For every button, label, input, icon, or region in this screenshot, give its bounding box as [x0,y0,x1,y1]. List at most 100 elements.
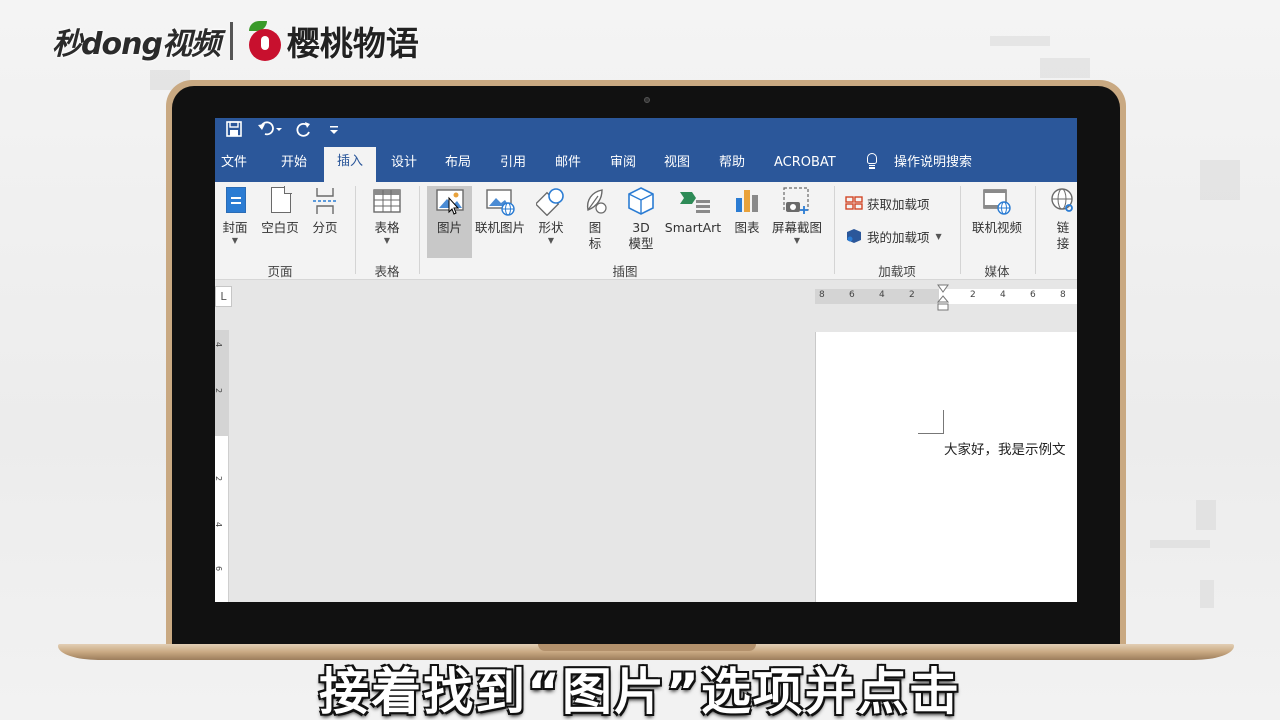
icons-label-2: 标 [588,236,602,251]
tab-help[interactable]: 帮助 [719,152,745,174]
online-picture-button[interactable]: 联机图片 [473,186,527,236]
chevron-down-icon: ▼ [793,236,801,245]
tab-review[interactable]: 审阅 [610,152,636,174]
smartart-icon [678,186,710,216]
indent-marker-icon[interactable] [935,284,951,314]
chart-icon [732,186,762,216]
group-label-tables: 表格 [374,264,400,279]
online-picture-icon [485,186,515,216]
group-separator [1035,186,1036,274]
3d-model-label-1: 3D [632,220,650,235]
group-label-media: 媒体 [984,264,1010,279]
group-label-addins: 加载项 [878,264,916,279]
get-addins-button[interactable]: 获取加载项 [845,192,930,214]
background-pattern [1196,500,1216,530]
tab-acrobat[interactable]: ACROBAT [774,152,836,174]
link-label-1: 链 [1056,220,1070,235]
ribbon-tabs: 文件 开始 插入 设计 布局 引用 邮件 审阅 视图 帮助 ACROBAT 操作… [215,144,1077,182]
group-label-pages: 页面 [267,264,293,279]
table-icon [372,186,402,216]
cherry-brand-name: 樱桃物语 [286,24,419,63]
icons-button[interactable]: 图 标 [577,186,613,252]
cube-icon [626,186,656,216]
ruler-tick: 6 [849,290,855,300]
ruler-tick: 2 [215,388,223,393]
margin-corner-mark [918,410,944,434]
screenshot-button[interactable]: 屏幕截图 ▼ [767,186,827,246]
chevron-down-icon: ▼ [547,236,555,245]
shapes-button[interactable]: 形状 ▼ [531,186,571,246]
tab-mailings[interactable]: 邮件 [555,152,581,174]
ruler-margin [815,289,939,304]
icons-icon [580,186,610,216]
document-text[interactable]: 大家好，我是示例文 [944,438,1066,458]
tab-references[interactable]: 引用 [500,152,526,174]
ruler-tick: 2 [970,290,976,300]
3d-model-label-2: 模型 [628,236,654,251]
quick-access-toolbar [215,118,1077,144]
tab-insert[interactable]: 插入 [324,147,377,182]
tell-me-search[interactable]: 操作说明搜索 [894,152,972,174]
group-label-illustrations: 插图 [612,264,638,279]
tab-layout[interactable]: 布局 [445,152,471,174]
tab-home[interactable]: 开始 [281,152,307,174]
blank-page-label: 空白页 [261,220,299,235]
tab-selector[interactable]: L [215,286,232,307]
ruler-tick: 2 [909,290,915,300]
my-addins-button[interactable]: 我的加载项 ▼ [845,225,942,247]
my-addins-icon [847,229,861,243]
blank-page-button[interactable]: 空白页 [258,186,302,236]
word-window: 文件 开始 插入 设计 布局 引用 邮件 审阅 视图 帮助 ACROBAT 操作… [215,118,1077,602]
icons-label-1: 图 [588,220,602,235]
link-label-2: 接 [1056,236,1070,251]
chevron-down-icon: ▼ [383,236,391,245]
document-page[interactable]: 大家好，我是示例文 [815,332,1077,602]
screenshot-icon [782,186,812,216]
get-addins-label: 获取加载项 [867,196,930,212]
chevron-down-icon: ▼ [935,231,942,241]
ruler-tick: 4 [215,522,223,527]
chart-button[interactable]: 图表 [729,186,765,236]
shapes-icon [534,186,566,217]
cover-page-icon [220,186,250,216]
online-video-label: 联机视频 [971,220,1022,235]
tab-file[interactable]: 文件 [221,152,247,174]
cover-page-label: 封面 [222,220,248,235]
cherry-logo-icon [247,21,283,61]
3d-model-button[interactable]: 3D 模型 [621,186,661,252]
group-separator [355,186,356,274]
customize-qat-icon[interactable] [329,120,339,142]
group-separator [419,186,420,274]
cover-page-button[interactable]: 封面 ▼ [217,186,253,246]
tab-design[interactable]: 设计 [391,152,417,174]
laptop-notch [538,644,756,651]
page-break-icon [310,186,340,216]
smartart-button[interactable]: SmartArt [663,186,723,236]
background-pattern [1200,580,1214,608]
save-icon[interactable] [225,120,243,142]
ruler-tick: 8 [1060,290,1066,300]
blank-page-icon [265,186,295,216]
vertical-ruler[interactable]: 4 2 2 4 6 [215,330,229,602]
table-button[interactable]: 表格 ▼ [367,186,407,246]
page-break-button[interactable]: 分页 [307,186,343,236]
tab-view[interactable]: 视图 [664,152,690,174]
screenshot-label: 屏幕截图 [771,220,822,235]
brand-divider [229,22,233,60]
chart-label: 图表 [734,220,760,235]
redo-icon[interactable] [295,120,313,142]
miaodong-logo: 秒dong视频 [52,27,221,62]
brand-logos: 秒dong视频 樱桃物语 [52,14,419,68]
online-video-button[interactable]: 联机视频 [969,186,1025,236]
link-button[interactable]: 链 接 [1045,186,1077,252]
ruler-tick: 4 [1000,290,1006,300]
table-label: 表格 [374,220,400,235]
background-pattern [1200,160,1240,200]
picture-label: 图片 [436,220,462,235]
picture-button[interactable]: 图片 [427,186,472,258]
background-pattern [990,36,1050,46]
undo-icon[interactable] [257,120,283,142]
ruler-tick: 6 [215,566,223,571]
picture-icon [435,186,465,216]
lightbulb-icon [865,153,879,171]
